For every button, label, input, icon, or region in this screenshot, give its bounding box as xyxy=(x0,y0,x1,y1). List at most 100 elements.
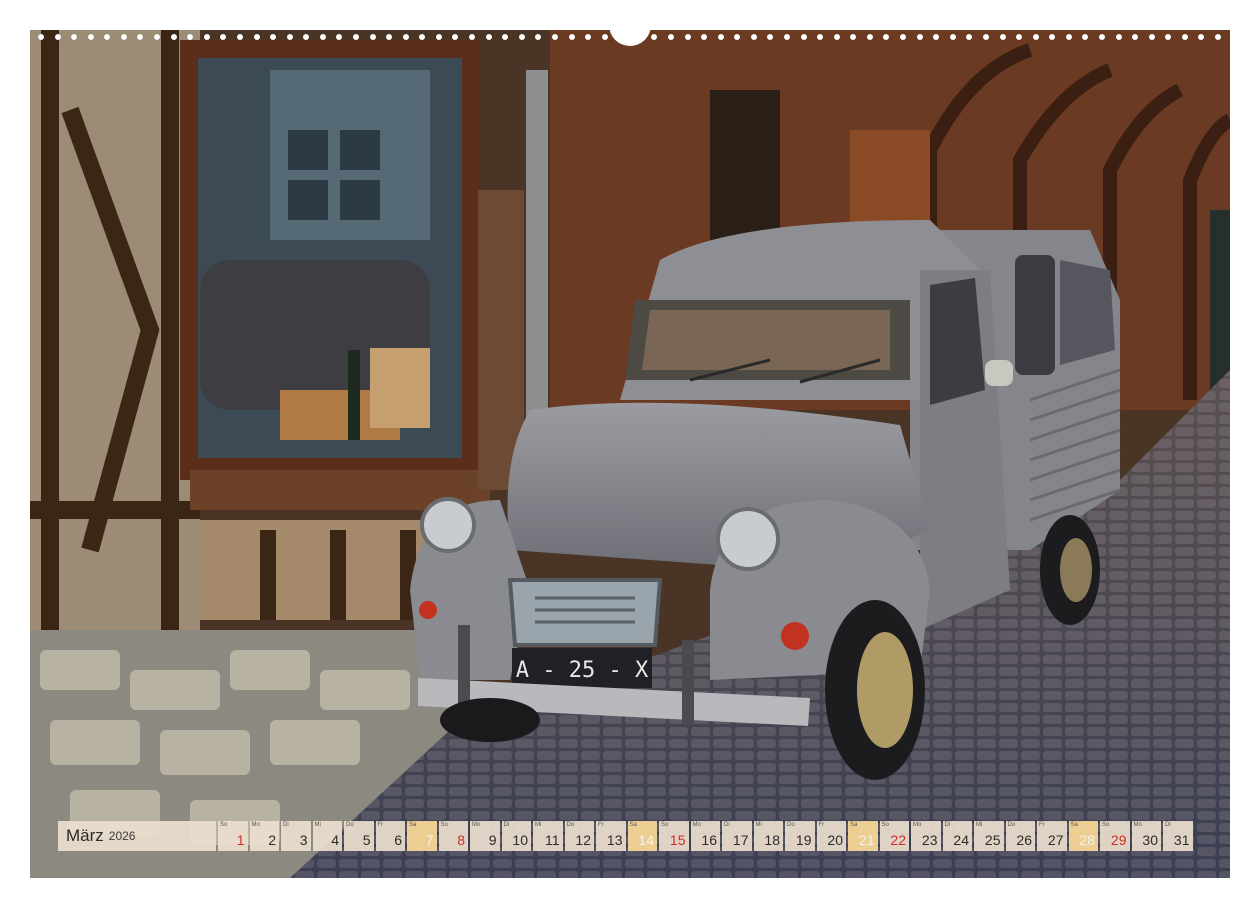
binding-hole xyxy=(1215,34,1222,40)
weekday-label: So xyxy=(1102,822,1110,828)
binding-hole xyxy=(1049,34,1056,40)
binding-hole xyxy=(38,34,44,40)
binding-hole xyxy=(386,34,393,40)
binding-hole xyxy=(800,34,807,40)
binding-hole xyxy=(303,34,310,40)
day-cell: So 15 xyxy=(659,821,689,851)
binding-hole xyxy=(170,34,177,40)
weekday-label: Fr xyxy=(377,822,384,828)
weekday-label: Mo xyxy=(913,822,922,828)
day-cell: Mo 30 xyxy=(1131,821,1161,851)
binding-hole xyxy=(336,34,343,40)
day-number: 27 xyxy=(1047,832,1064,848)
binding-hole xyxy=(1016,34,1023,40)
weekday-label: Mi xyxy=(535,822,542,828)
binding-hole xyxy=(717,34,724,40)
binding-hole xyxy=(1198,34,1205,40)
binding-hole xyxy=(551,34,558,40)
weekday-label: Sa xyxy=(850,822,858,828)
binding-hole xyxy=(1032,34,1039,40)
day-cell: So 1 xyxy=(218,821,248,851)
binding-hole xyxy=(1165,34,1172,40)
weekday-label: Di xyxy=(724,822,730,828)
calendar-strip: März 2026 So 1 Mo 2 Di 3 Mi 4 Do 5 Fr 6 Sa 7 So 8 Mo 9 Di 1… xyxy=(58,821,1193,851)
weekday-label: Fr xyxy=(818,822,825,828)
day-cell: Mi 11 xyxy=(533,821,563,851)
day-cell: Fr 20 xyxy=(816,821,846,851)
day-cell: Fr 6 xyxy=(375,821,405,851)
day-cell: Di 10 xyxy=(501,821,531,851)
binding-hole xyxy=(120,34,127,40)
binding-hole xyxy=(982,34,989,40)
binding-hole xyxy=(900,34,907,40)
day-number: 22 xyxy=(890,832,906,848)
day-cell: Mo 9 xyxy=(470,821,500,851)
calendar-photo: A - 25 - X xyxy=(30,30,1230,878)
day-cell: Mo 23 xyxy=(911,821,941,851)
day-number: 16 xyxy=(701,832,717,848)
binding-hole xyxy=(817,34,824,40)
day-number: 4 xyxy=(331,832,339,848)
weekday-label: Mi xyxy=(976,822,983,828)
weekday-label: So xyxy=(220,822,228,828)
binding-hole xyxy=(54,34,61,40)
day-number: 15 xyxy=(669,832,686,848)
day-cell: So 8 xyxy=(438,821,468,851)
license-plate: A - 25 - X xyxy=(516,658,649,683)
day-number: 13 xyxy=(606,832,623,848)
binding-hole xyxy=(154,34,161,40)
binding-hole xyxy=(402,34,409,40)
binding-hole xyxy=(253,34,260,40)
weekday-label: Mo xyxy=(472,822,481,828)
day-cell: Di 31 xyxy=(1163,821,1193,851)
day-cell: Sa 28 xyxy=(1068,821,1098,851)
weekday-label: Do xyxy=(346,822,354,828)
binding-hole xyxy=(916,34,923,40)
binding-hole xyxy=(999,34,1006,40)
binding-hole xyxy=(1115,34,1122,40)
binding-hole xyxy=(435,34,442,40)
day-number: 17 xyxy=(732,832,749,848)
day-number: 25 xyxy=(984,832,1001,848)
month-year: 2026 xyxy=(108,829,136,843)
binding-hole xyxy=(701,34,708,40)
month-name: März xyxy=(66,826,104,845)
binding-hole xyxy=(667,34,674,40)
binding-hole xyxy=(651,34,658,40)
day-number: 11 xyxy=(544,832,560,848)
binding-hole xyxy=(137,34,144,40)
binding-hole xyxy=(502,34,509,40)
binding-hole xyxy=(734,34,741,40)
day-number: 14 xyxy=(638,832,654,848)
day-cell: Do 26 xyxy=(1005,821,1035,851)
weekday-label: Do xyxy=(787,822,795,828)
day-number: 5 xyxy=(362,832,371,848)
day-cell: So 22 xyxy=(879,821,909,851)
day-number: 8 xyxy=(457,832,465,848)
binding-hole xyxy=(419,34,426,40)
binding-hole xyxy=(1132,34,1139,40)
binding-hole xyxy=(220,34,227,40)
binding-hole xyxy=(452,34,459,40)
weekday-label: So xyxy=(661,822,669,828)
binding-hole xyxy=(71,34,78,40)
day-number: 30 xyxy=(1142,832,1158,848)
weekday-label: Mo xyxy=(251,822,260,828)
day-cell: Sa 21 xyxy=(848,821,878,851)
day-cell: Mi 18 xyxy=(753,821,783,851)
weekday-label: Fr xyxy=(598,822,604,828)
binding-hole xyxy=(352,34,359,40)
binding-hole xyxy=(104,34,111,40)
day-number: 10 xyxy=(512,832,528,848)
day-number: 18 xyxy=(764,832,780,848)
day-cell: Do 12 xyxy=(564,821,594,851)
binding-hole xyxy=(485,34,492,40)
binding-hole xyxy=(1148,34,1155,40)
binding-hole xyxy=(270,34,277,40)
weekday-label: Mo xyxy=(1133,822,1142,828)
day-cell: Mo 16 xyxy=(690,821,720,851)
day-cell: Mo 2 xyxy=(249,821,279,851)
binding-hole xyxy=(767,34,774,40)
binding-hole xyxy=(286,34,293,40)
day-cell: Fr 27 xyxy=(1037,821,1067,851)
